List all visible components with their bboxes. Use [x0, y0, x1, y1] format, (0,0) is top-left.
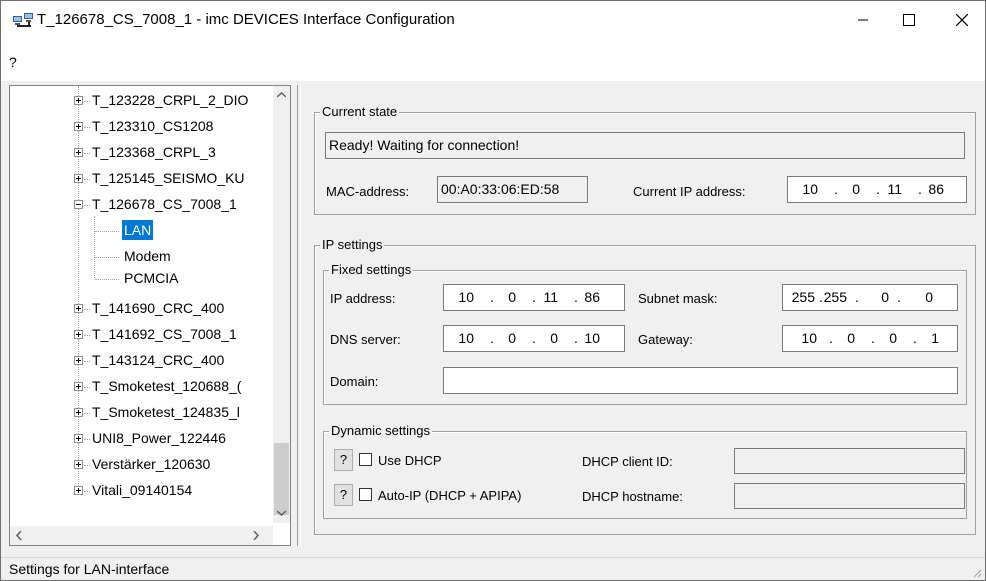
tree-expand-icon[interactable] — [74, 382, 83, 391]
use-dhcp-checkbox[interactable] — [359, 453, 372, 466]
tree-expand-icon[interactable] — [74, 486, 83, 495]
tree-expand-icon[interactable] — [74, 96, 83, 105]
tree-expand-icon[interactable] — [74, 174, 83, 183]
tree-item-label: T_123228_CRPL_2_DIO — [92, 92, 249, 108]
current-state-group: Current state Ready! Waiting for connect… — [314, 104, 976, 215]
ip-address-input[interactable]: 10. 0. 11. 86 — [443, 284, 625, 311]
status-message-field: Ready! Waiting for connection! — [325, 132, 965, 159]
scroll-down-icon[interactable] — [277, 510, 286, 516]
tree-expand-icon[interactable] — [74, 148, 83, 157]
window-title: T_126678_CS_7008_1 - imc DEVICES Interfa… — [37, 11, 455, 28]
auto-ip-help-button[interactable]: ? — [334, 484, 353, 506]
tree-expand-icon[interactable] — [74, 460, 83, 469]
tree-item-label: T_141692_CS_7008_1 — [92, 326, 237, 342]
network-computers-icon — [13, 13, 33, 27]
tree-item-label: LAN — [122, 220, 154, 240]
tree-item-label: T_141690_CRC_400 — [92, 300, 225, 316]
tree-horizontal-scrollbar[interactable] — [10, 526, 273, 545]
dhcp-hostname-label: DHCP hostname: — [582, 489, 683, 504]
tree-expand-icon[interactable] — [74, 408, 83, 417]
tree-item-label: Verstärker_120630 — [92, 456, 211, 472]
menu-help[interactable]: ? — [9, 54, 17, 70]
ip-settings-label: IP settings — [320, 237, 385, 252]
title-bar: T_126678_CS_7008_1 - imc DEVICES Interfa… — [1, 1, 985, 39]
subnet-mask-label: Subnet mask: — [638, 291, 718, 306]
auto-ip-label: Auto-IP (DHCP + APIPA) — [378, 488, 522, 503]
mac-address-label: MAC-address: — [326, 184, 410, 199]
tree-expand-icon[interactable] — [74, 304, 83, 313]
tree-item-label: T_Smoketest_120688_( — [92, 378, 242, 394]
dhcp-client-id-label: DHCP client ID: — [582, 454, 673, 469]
dns-server-input[interactable]: 10. 0. 0. 10 — [443, 325, 625, 352]
subnet-mask-input[interactable]: 255. 255. 0. 0 — [782, 284, 958, 311]
tree-collapse-icon[interactable] — [74, 200, 83, 209]
maximize-button[interactable] — [886, 1, 932, 39]
tree-expand-icon[interactable] — [74, 434, 83, 443]
minimize-button[interactable] — [840, 1, 886, 39]
current-ip-label: Current IP address: — [633, 184, 746, 199]
tree-expand-icon[interactable] — [74, 122, 83, 131]
use-dhcp-label: Use DHCP — [378, 453, 442, 468]
current-ip-field: 10. 0. 11. 86 — [787, 176, 967, 203]
auto-ip-checkbox[interactable] — [359, 488, 372, 501]
current-state-label: Current state — [320, 104, 400, 119]
domain-label: Domain: — [330, 374, 379, 389]
tree-item-label: T_Smoketest_124835_l — [92, 404, 240, 420]
gateway-label: Gateway: — [638, 332, 693, 347]
tree-item-label: T_123368_CRPL_3 — [92, 144, 216, 160]
main-window: T_126678_CS_7008_1 - imc DEVICES Interfa… — [0, 0, 986, 581]
tree-item-label: T_126678_CS_7008_1 — [92, 196, 237, 212]
dhcp-client-id-field[interactable] — [734, 448, 965, 474]
tree-expand-icon[interactable] — [74, 356, 83, 365]
tree-item-label: T_125145_SEISMO_KU — [92, 170, 245, 186]
fixed-settings-label: Fixed settings — [329, 262, 414, 277]
domain-input[interactable] — [443, 367, 958, 394]
resize-grip-icon[interactable] — [972, 568, 982, 578]
tree-item-label: UNI8_Power_122446 — [92, 430, 226, 446]
gateway-input[interactable]: 10. 0. 0. 1 — [782, 325, 958, 352]
status-bar-text: Settings for LAN-interface — [9, 561, 170, 577]
device-tree[interactable]: T_123228_CRPL_2_DIO T_123310_CS1208 T_12… — [9, 85, 291, 546]
ip-settings-group: IP settings Fixed settings IP address: 1… — [314, 237, 976, 535]
scroll-right-icon[interactable] — [253, 531, 259, 540]
close-button[interactable] — [939, 1, 985, 39]
scroll-left-icon[interactable] — [16, 531, 22, 540]
tree-item-label: PCMCIA — [124, 270, 179, 286]
tree-item-label: T_143124_CRC_400 — [92, 352, 225, 368]
dhcp-hostname-field[interactable] — [734, 483, 965, 509]
tree-item-label: T_123310_CS1208 — [92, 118, 214, 134]
dynamic-settings-label: Dynamic settings — [329, 423, 432, 438]
close-icon — [956, 14, 968, 26]
tree-item-label: Vitali_09140154 — [92, 482, 193, 498]
scroll-thumb[interactable] — [274, 443, 289, 515]
minimize-icon — [858, 19, 868, 21]
menu-bar: ? — [1, 39, 985, 81]
scroll-up-icon[interactable] — [277, 92, 286, 98]
tree-vertical-scrollbar[interactable] — [273, 86, 290, 523]
dynamic-settings-group: Dynamic settings ? Use DHCP DHCP client … — [323, 423, 967, 519]
mac-address-field: 00:A0:33:06:ED:58 — [437, 176, 588, 203]
fixed-settings-group: Fixed settings IP address: 10. 0. 11. 86… — [323, 262, 967, 405]
status-bar: Settings for LAN-interface — [1, 557, 985, 580]
maximize-icon — [903, 14, 915, 26]
dns-server-label: DNS server: — [330, 332, 401, 347]
ip-address-label: IP address: — [330, 291, 396, 306]
use-dhcp-help-button[interactable]: ? — [334, 449, 353, 471]
tree-expand-icon[interactable] — [74, 330, 83, 339]
tree-item-label: Modem — [124, 248, 171, 264]
pane-splitter[interactable] — [297, 85, 301, 546]
